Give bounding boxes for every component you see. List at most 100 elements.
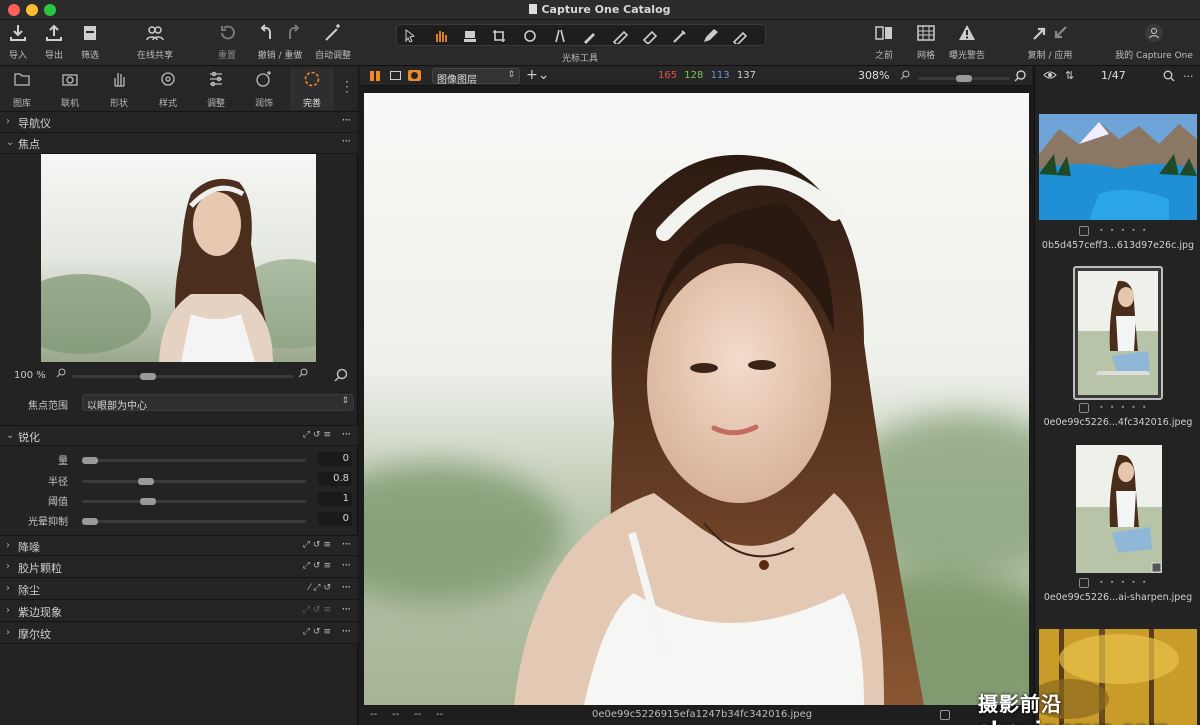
star-rating[interactable]: ••••• [1099,226,1153,235]
undo-redo-button[interactable]: 撤销 / 重做 [254,23,306,61]
halo-suppression-value[interactable]: 0 [318,512,352,526]
section-action-icons[interactable]: ⤢↺≡ [303,561,334,571]
section-action-icons[interactable]: ⤢↺≡ [303,605,334,615]
loupe-cursor-icon[interactable] [461,28,485,44]
amount-slider[interactable] [82,459,306,462]
eye-icon[interactable] [1043,70,1057,80]
thumb-select-checkbox[interactable] [1079,226,1089,236]
eraser-cursor-icon[interactable] [641,28,665,46]
star-rating[interactable]: ••••• [1099,403,1153,412]
thumbnail-sharpen[interactable] [1076,445,1162,573]
thumbnail-landscape[interactable] [1039,114,1197,220]
multi-view-icon[interactable] [370,71,380,81]
thumb-select-checkbox[interactable] [1079,578,1089,588]
film-grain-section[interactable]: › 胶片颗粒 ⤢↺≡ ··· [0,557,358,578]
image-viewer[interactable] [364,93,1029,705]
magnifier-icon[interactable] [334,368,348,382]
focus-range-select[interactable]: 以眼部为中心 ⇕ [82,394,354,412]
focus-zoom-slider-knob[interactable] [140,373,156,380]
section-action-icons[interactable]: ⁄⤢↺ [309,583,334,593]
reset-button[interactable]: 重置 [212,23,242,61]
more-tabs-icon[interactable]: · · · [345,76,349,98]
thumbnail-selected[interactable] [1073,266,1163,400]
radius-value[interactable]: 0.8 [318,472,352,486]
navigator-section[interactable]: › 导航仪 ··· [0,112,358,133]
more-options-icon[interactable]: ··· [342,558,352,572]
my-capture-one-button[interactable]: 我的 Capture One [1112,23,1196,61]
section-action-icons[interactable]: ⤢↺≡ [303,430,334,440]
section-action-icons[interactable]: ⤢↺≡ [303,540,334,550]
focus-preview-image[interactable] [41,154,316,362]
halo-suppression-slider-knob[interactable] [82,518,98,525]
keystone-cursor-icon[interactable] [551,28,575,44]
picker-cursor-icon[interactable] [671,28,695,44]
more-options-icon[interactable]: ··· [1183,70,1194,83]
select-checkbox[interactable] [940,710,950,720]
search-icon[interactable] [1163,70,1175,82]
focus-section-header[interactable]: ⌄ 焦点 ··· [0,133,358,154]
sharpening-section-header[interactable]: ⌄ 锐化 ⤢↺≡ ··· [0,425,358,446]
pan-hand-icon[interactable] [431,28,455,44]
tab-shape[interactable]: 形状 [97,70,141,109]
dust-removal-section[interactable]: › 除尘 ⁄⤢↺ ··· [0,579,358,600]
halo-suppression-slider[interactable] [82,520,306,523]
threshold-value[interactable]: 1 [318,492,352,506]
heal-cursor-icon[interactable] [731,28,755,47]
share-button[interactable]: 在线共享 [130,23,180,61]
select-arrows-icon: ⇕ [507,70,515,80]
crop-cursor-icon[interactable] [491,28,515,44]
zoom-in-icon[interactable] [298,368,308,378]
gradient-mask-icon[interactable] [611,28,635,47]
auto-adjust-button[interactable]: 自动调整 [312,23,354,61]
thumb-select-checkbox[interactable] [1079,403,1089,413]
more-options-icon[interactable]: ··· [342,537,352,551]
more-options-icon[interactable]: ··· [342,624,352,638]
zoom-in-icon[interactable] [1014,70,1026,82]
select-cursor-icon[interactable] [401,28,425,44]
sort-icon[interactable]: ⇅ [1065,69,1074,82]
more-options-icon[interactable]: ··· [342,602,352,616]
zoom-out-icon[interactable] [900,70,910,80]
rotate-cursor-icon[interactable] [521,28,545,44]
focus-zoom-slider[interactable] [72,375,294,378]
copy-apply-button[interactable]: 复制 / 应用 [1020,23,1080,61]
star-rating[interactable]: ••••• [1099,578,1153,587]
grid-button[interactable]: 网格 [912,23,940,61]
tab-style[interactable]: 样式 [146,70,190,109]
copy-apply-label: 复制 / 应用 [1027,51,1073,61]
more-options-icon[interactable]: ··· [342,113,352,127]
annotate-cursor-icon[interactable] [701,28,725,44]
title-bar: Capture One Catalog [0,0,1200,20]
more-options-icon[interactable]: ··· [342,134,352,148]
amount-slider-knob[interactable] [82,457,98,464]
threshold-slider-knob[interactable] [140,498,156,505]
tab-capture[interactable]: 联机 [48,70,92,109]
exposure-warning-button[interactable]: 曝光警告 [946,23,988,61]
zoom-out-icon[interactable] [56,368,66,378]
purple-fringing-section[interactable]: › 紫边现象 ⤢↺≡ ··· [0,601,358,622]
amount-value[interactable]: 0 [318,452,352,466]
radius-slider[interactable] [82,480,306,483]
add-layer-icon[interactable]: +⌄ [526,67,549,83]
moire-section[interactable]: › 摩尔纹 ⤢↺≡ ··· [0,623,358,644]
single-view-icon[interactable] [390,71,401,80]
filter-button[interactable]: 筛选 [76,23,104,61]
before-button[interactable]: 之前 [866,23,902,61]
tab-library[interactable]: 图库 [0,70,44,109]
layer-select[interactable]: 图像图层 ⇕ [432,68,520,86]
viewer-zoom-slider-knob[interactable] [956,75,972,82]
threshold-slider[interactable] [82,500,306,503]
import-button[interactable]: 导入 [4,23,32,61]
more-options-icon[interactable]: ··· [342,427,352,441]
tab-refine[interactable]: 完善 [290,68,334,110]
tab-adjust[interactable]: 调整 [194,70,238,109]
tab-retouch[interactable]: 润饰 [242,70,286,109]
proof-view-icon[interactable] [408,70,421,81]
section-action-icons[interactable]: ⤢↺≡ [303,627,334,637]
export-button[interactable]: 导出 [36,23,72,61]
radius-slider-knob[interactable] [138,478,154,485]
brush-cursor-icon[interactable] [581,28,605,44]
more-options-icon[interactable]: ··· [342,580,352,594]
sparkle-face-icon [256,71,271,87]
noise-reduction-section[interactable]: › 降噪 ⤢↺≡ ··· [0,535,358,556]
